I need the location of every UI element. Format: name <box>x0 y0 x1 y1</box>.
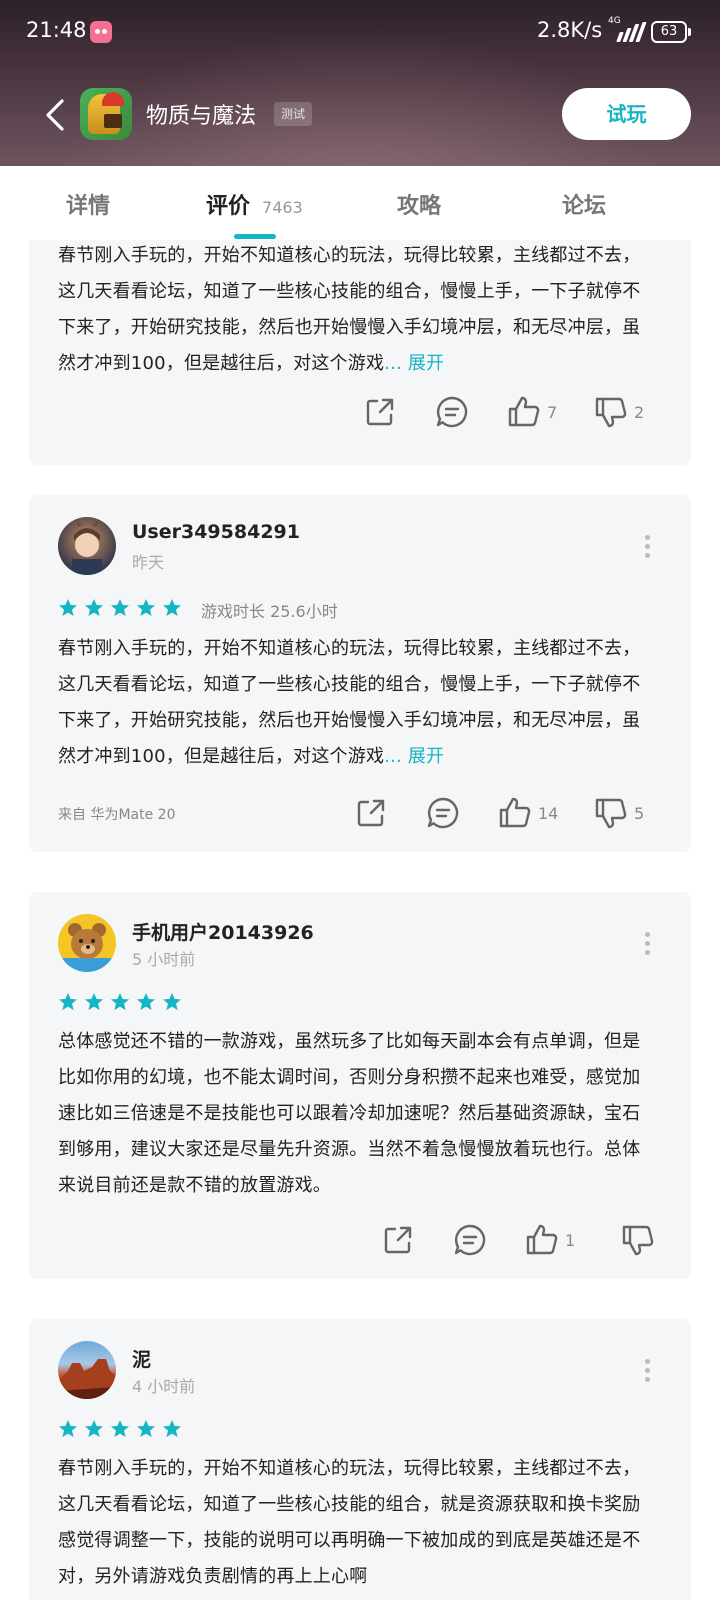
expand-link[interactable]: ... 展开 <box>384 353 444 374</box>
tab-label: 评价 <box>206 194 251 219</box>
star-icon <box>110 992 130 1012</box>
tab-details[interactable]: 详情 <box>66 188 110 220</box>
tab-label: 详情 <box>66 194 111 219</box>
more-icon[interactable] <box>645 535 651 559</box>
star-icon <box>58 1419 78 1439</box>
thumbs-up-icon <box>507 395 541 429</box>
review-text: 春节刚入手玩的，开始不知道核心的玩法，玩得比较累，主线都过不去，这几天看看论坛，… <box>58 240 650 382</box>
star-icon <box>162 598 182 618</box>
star-icon <box>58 598 78 618</box>
back-arrow-icon[interactable] <box>40 98 74 132</box>
like-count: 14 <box>538 803 559 823</box>
avatar[interactable] <box>58 914 116 972</box>
star-icon <box>84 992 104 1012</box>
tab-forum[interactable]: 论坛 <box>562 188 606 220</box>
review-feed[interactable]: 春节刚入手玩的，开始不知道核心的玩法，玩得比较累，主线都过不去，这几天看看论坛，… <box>0 240 720 1600</box>
star-icon <box>136 598 156 618</box>
device-source: 来自 华为Mate 20 <box>58 807 176 823</box>
playtime: 游戏时长 25.6小时 <box>201 602 338 621</box>
username[interactable]: 泥 <box>132 1345 151 1372</box>
tab-label: 论坛 <box>562 194 607 219</box>
star-rating <box>58 1419 182 1439</box>
comment-icon <box>435 395 469 429</box>
comment-icon <box>426 796 460 830</box>
star-rating <box>58 598 182 618</box>
status-time: 21:48 <box>26 18 87 42</box>
app-logo <box>80 88 132 140</box>
review-card: 春节刚入手玩的，开始不知道核心的玩法，玩得比较累，主线都过不去，这几天看看论坛，… <box>29 240 691 465</box>
star-icon <box>136 1419 156 1439</box>
more-icon[interactable] <box>645 932 651 956</box>
share-button[interactable] <box>381 1222 415 1258</box>
review-card: 泥 4 小时前 春节刚入手玩的，开始不知道核心的玩法，玩得比较累，主线都过不去，… <box>29 1319 691 1600</box>
more-icon[interactable] <box>645 1359 651 1383</box>
review-body: 春节刚入手玩的，开始不知道核心的玩法，玩得比较累，主线都过不去，这几天看看论坛，… <box>58 245 641 374</box>
username[interactable]: 手机用户20143926 <box>132 918 314 945</box>
review-card: 手机用户20143926 5 小时前 总体感觉还不错的一款游戏，虽然玩多了比如每… <box>29 892 691 1279</box>
dislike-button[interactable]: 2 <box>594 394 644 430</box>
review-text: 春节刚入手玩的，开始不知道核心的玩法，玩得比较累，主线都过不去，这几天看看论坛，… <box>58 1458 641 1587</box>
thumbs-up-icon <box>525 1223 559 1257</box>
dislike-button[interactable] <box>621 1222 655 1258</box>
comment-icon <box>453 1223 487 1257</box>
tab-reviews[interactable]: 评价 7463 <box>206 188 303 220</box>
battery-icon: 63 <box>651 21 691 43</box>
star-rating <box>58 992 182 1012</box>
star-icon <box>110 598 130 618</box>
thumbs-up-icon <box>498 796 532 830</box>
star-icon <box>136 992 156 1012</box>
comment-button[interactable] <box>453 1222 487 1258</box>
review-text: 总体感觉还不错的一款游戏，虽然玩多了比如每天副本会有点单调，但是比如你用的幻境，… <box>58 1031 641 1196</box>
network-speed: 2.8K/s <box>537 18 603 42</box>
share-icon <box>381 1223 415 1257</box>
like-button[interactable]: 1 <box>525 1222 575 1258</box>
like-button[interactable]: 7 <box>507 394 557 430</box>
avatar[interactable] <box>58 1341 116 1399</box>
review-time: 5 小时前 <box>132 950 196 969</box>
try-play-button[interactable]: 试玩 <box>562 88 691 140</box>
star-icon <box>84 598 104 618</box>
status-bar: 21:48 2.8K/s 4G 63 <box>0 0 720 64</box>
username[interactable]: User349584291 <box>132 521 300 543</box>
app-title: 物质与魔法 <box>146 104 257 129</box>
tab-label: 攻略 <box>397 194 442 219</box>
star-icon <box>58 992 78 1012</box>
review-time: 昨天 <box>132 553 165 572</box>
like-button[interactable]: 14 <box>498 795 558 831</box>
app-header: 21:48 2.8K/s 4G 63 物质与魔法 测试 试玩 <box>0 0 720 166</box>
star-icon <box>162 1419 182 1439</box>
dislike-count: 2 <box>634 402 645 422</box>
notification-app-icon <box>90 21 112 43</box>
share-button[interactable] <box>354 795 388 831</box>
app-nav-bar: 物质与魔法 测试 试玩 <box>0 80 720 150</box>
star-icon <box>84 1419 104 1439</box>
review-text: 春节刚入手玩的，开始不知道核心的玩法，玩得比较累，主线都过不去，这几天看看论坛，… <box>58 631 650 775</box>
like-count: 1 <box>565 1230 576 1250</box>
dislike-count: 5 <box>634 803 645 823</box>
like-count: 7 <box>547 402 558 422</box>
review-count: 7463 <box>262 198 303 217</box>
avatar[interactable] <box>58 517 116 575</box>
tab-guides[interactable]: 攻略 <box>397 188 441 220</box>
star-icon <box>110 1419 130 1439</box>
comment-button[interactable] <box>435 394 469 430</box>
tab-bar: 详情 评价 7463 攻略 论坛 <box>0 166 720 240</box>
share-button[interactable] <box>363 394 397 430</box>
review-time: 4 小时前 <box>132 1377 196 1396</box>
thumbs-down-icon <box>594 796 628 830</box>
share-icon <box>354 796 388 830</box>
comment-button[interactable] <box>426 795 460 831</box>
dislike-button[interactable]: 5 <box>594 795 644 831</box>
share-icon <box>363 395 397 429</box>
review-body: 春节刚入手玩的，开始不知道核心的玩法，玩得比较累，主线都过不去，这几天看看论坛，… <box>58 638 641 767</box>
star-icon <box>162 992 182 1012</box>
battery-level: 63 <box>660 24 678 39</box>
review-card: User349584291 昨天 游戏时长 25.6小时 春节刚入手玩的，开始不… <box>29 495 691 852</box>
thumbs-down-icon <box>594 395 628 429</box>
expand-link[interactable]: ... 展开 <box>384 746 444 767</box>
signal-icon <box>608 20 647 44</box>
thumbs-down-icon <box>621 1223 655 1257</box>
tab-active-indicator <box>234 234 276 239</box>
beta-badge: 测试 <box>274 102 313 126</box>
